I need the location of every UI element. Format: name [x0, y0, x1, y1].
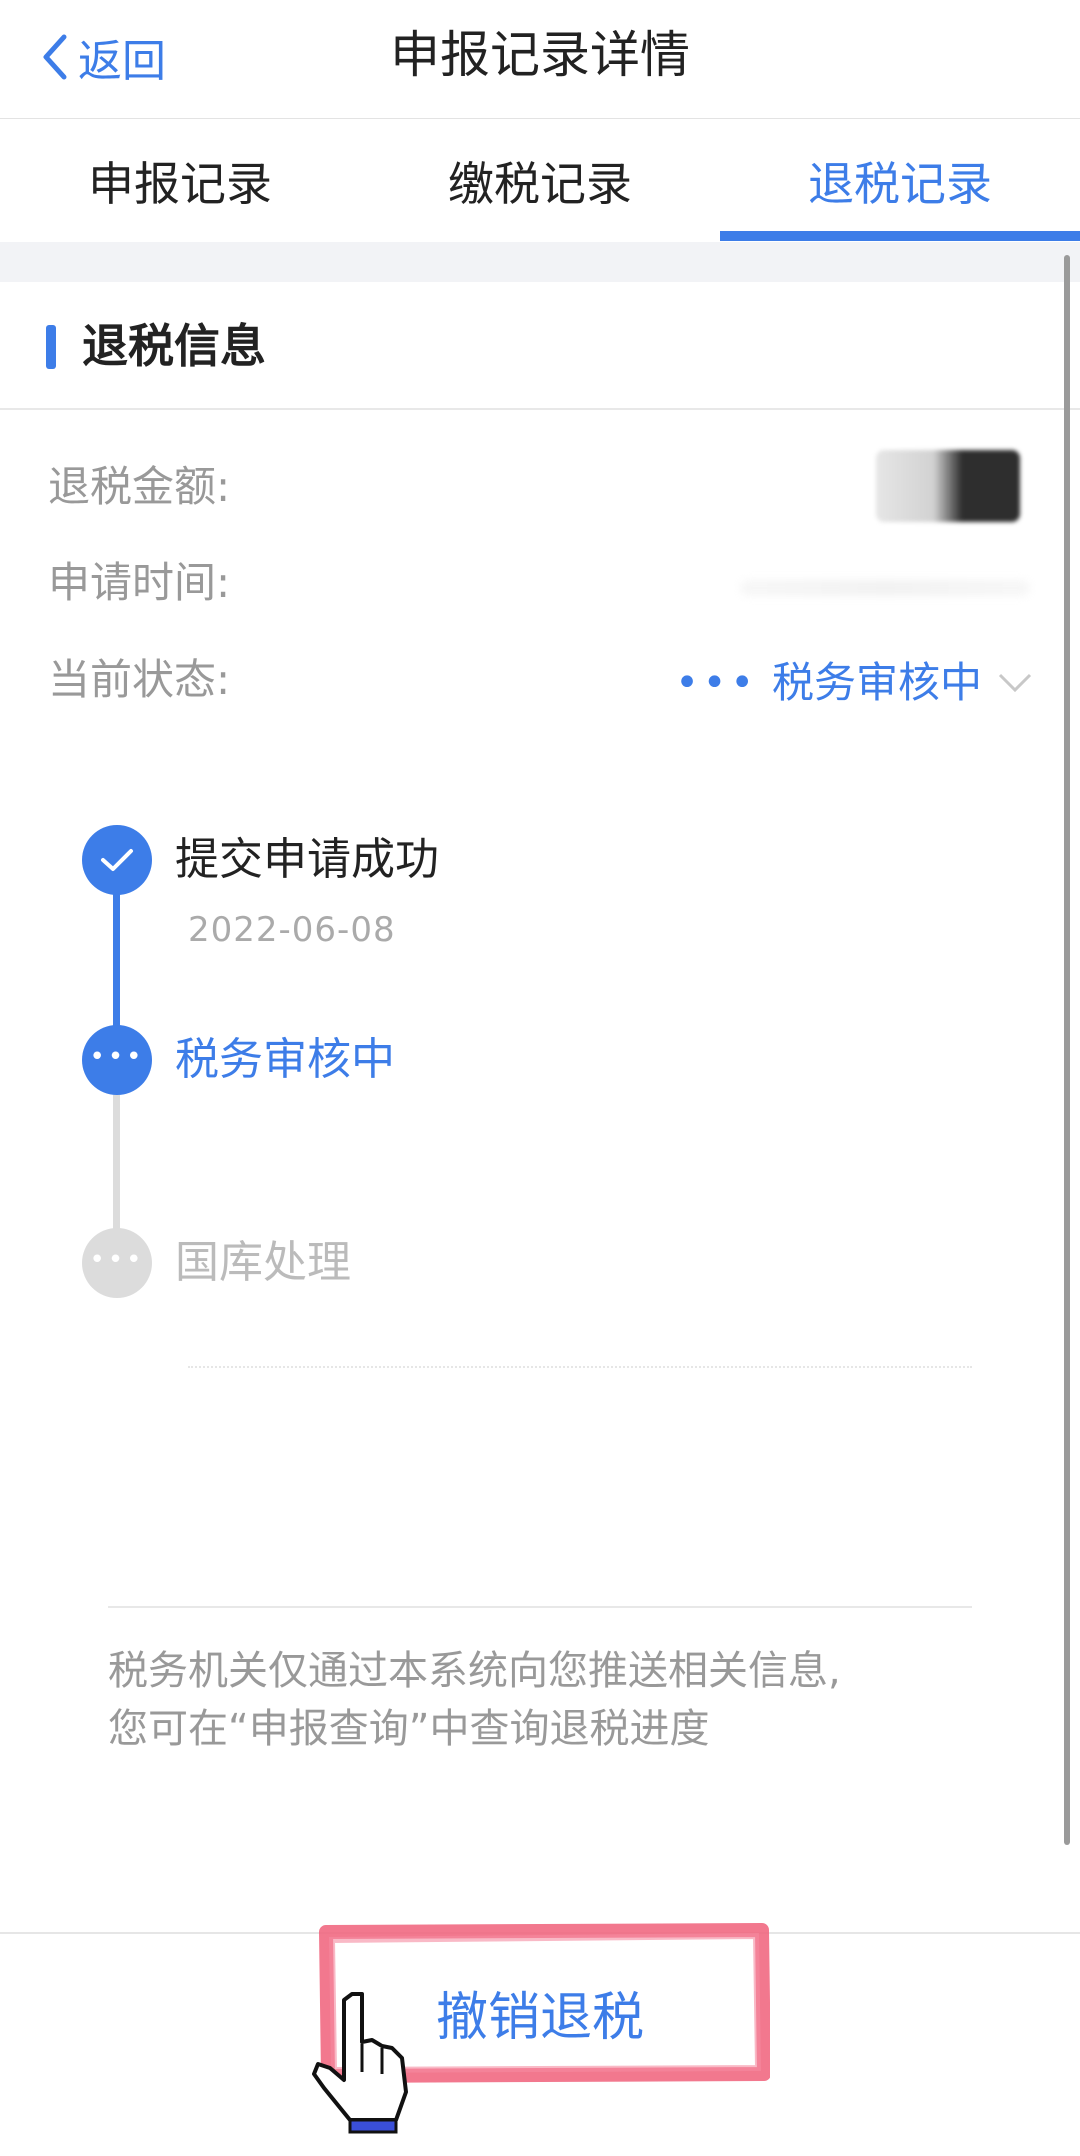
timeline-node-current: ••• [82, 1025, 152, 1095]
timeline-step-title: 国库处理 [175, 1237, 351, 1288]
section-gap [0, 242, 1080, 282]
current-status-label: 当前状态: [48, 655, 231, 704]
timeline-node-done [82, 825, 152, 895]
tab-refund-records[interactable]: 退税记录 [720, 120, 1080, 240]
dots-icon: ••• [675, 660, 758, 706]
dots-icon: ••• [89, 1245, 145, 1275]
refund-amount-value-redacted [876, 450, 1020, 522]
info-note-line: 您可在“申报查询”中查询退税进度 [108, 1706, 710, 1752]
check-icon [101, 849, 133, 871]
tab-active-indicator [720, 231, 1080, 241]
page-title: 申报记录详情 [390, 26, 690, 84]
section-title: 退税信息 [82, 319, 266, 373]
status-value: 税务审核中 [771, 658, 982, 707]
hand-pointer-icon [312, 1992, 408, 2134]
apply-time-value-redacted [740, 580, 1030, 596]
divider [108, 1606, 972, 1608]
timeline-line-pending [113, 1095, 120, 1245]
dots-icon: ••• [89, 1042, 145, 1072]
tab-declare-records[interactable]: 申报记录 [0, 120, 360, 240]
apply-time-label: 申请时间: [48, 558, 231, 607]
scrollbar[interactable] [1064, 255, 1070, 1845]
status-dropdown[interactable]: ••• 税务审核中 [675, 653, 1032, 713]
chevron-down-icon [998, 673, 1032, 693]
nav-bar: 返回 申报记录详情 [0, 0, 1080, 119]
tab-payment-records[interactable]: 缴税记录 [360, 120, 720, 240]
timeline-step-date: 2022-06-08 [188, 910, 396, 950]
tab-bar: 申报记录 缴税记录 退税记录 [0, 120, 1080, 240]
dotted-divider [188, 1366, 972, 1368]
divider [0, 408, 1080, 410]
timeline-step-title: 税务审核中 [175, 1034, 395, 1085]
refund-amount-label: 退税金额: [48, 462, 231, 511]
timeline-step-title: 提交申请成功 [175, 834, 439, 885]
info-note-line: 税务机关仅通过本系统向您推送相关信息, [108, 1648, 841, 1694]
timeline-node-pending: ••• [82, 1228, 152, 1298]
section-accent-bar [46, 325, 56, 369]
